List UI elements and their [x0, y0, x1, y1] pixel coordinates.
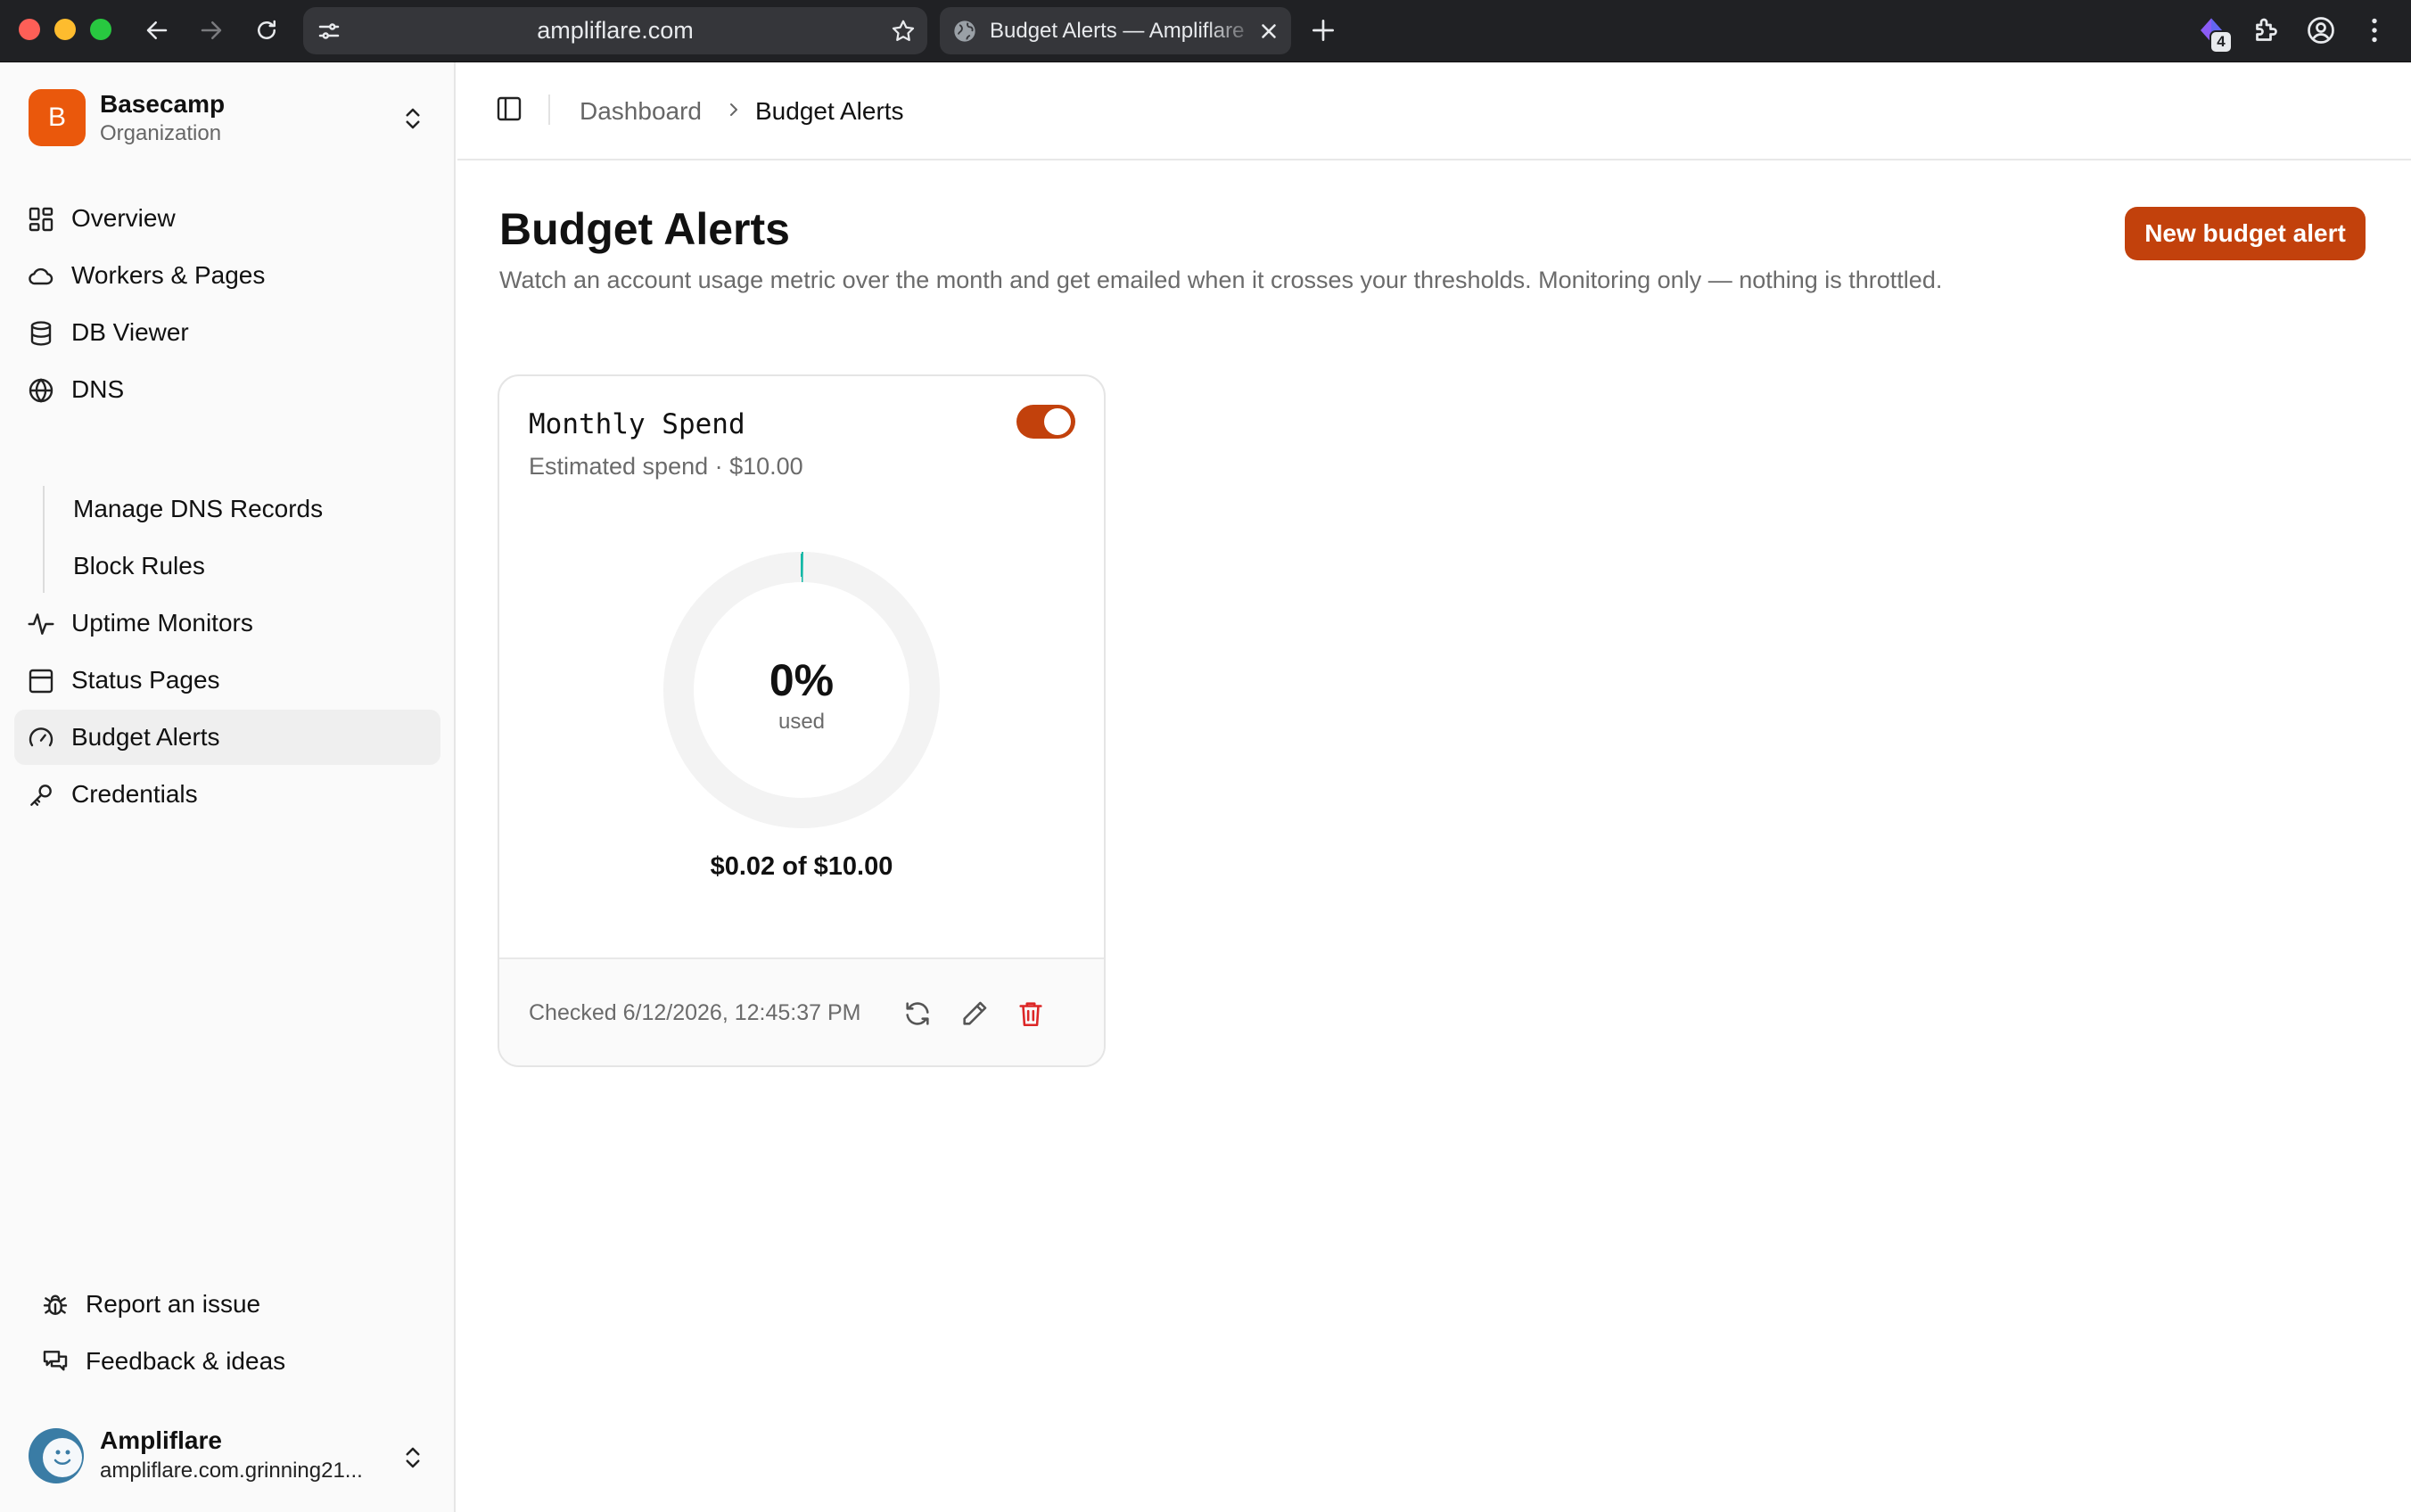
sidebar-item-label: DNS: [71, 375, 125, 403]
database-icon: [30, 321, 52, 346]
key-icon: [30, 785, 52, 806]
sidebar-item-dns[interactable]: DNS: [14, 362, 440, 417]
address-bar[interactable]: ampliflare.com: [303, 7, 927, 54]
sidebar: B Basecamp Organization Overview Workers…: [0, 62, 456, 1512]
feedback-ideas-label: Feedback & ideas: [86, 1347, 286, 1375]
activity-icon: [28, 613, 54, 635]
profile-button[interactable]: [2305, 14, 2337, 46]
chevron-right-icon: [730, 103, 737, 116]
pencil-icon: [963, 1001, 987, 1025]
puzzle-icon: [2256, 18, 2277, 41]
profile-icon: [2308, 17, 2334, 44]
org-switcher[interactable]: B Basecamp Organization: [27, 87, 437, 152]
sidebar-subitem-label: Block Rules: [73, 552, 205, 579]
sidebar-item-status-pages[interactable]: Status Pages: [14, 653, 440, 708]
user-email: ampliflare.com.grinning21...: [100, 1459, 363, 1483]
reload-icon: [258, 20, 276, 39]
bug-icon: [43, 1294, 68, 1315]
usage-amount: $0.02 of $10.00: [710, 852, 893, 881]
browser-menu-button[interactable]: [2358, 14, 2390, 46]
sidebar-item-label: Budget Alerts: [71, 723, 220, 751]
sidebar-item-budget-alerts[interactable]: Budget Alerts: [14, 710, 440, 765]
window-minimize-button[interactable]: [54, 19, 76, 40]
sidebar-item-db-viewer[interactable]: DB Viewer: [14, 305, 440, 360]
sidebar-subitem-label: Manage DNS Records: [73, 495, 324, 522]
page-description: Watch an account usage metric over the m…: [499, 267, 1943, 293]
arrow-left-icon: [146, 21, 168, 39]
feedback-ideas-link[interactable]: Feedback & ideas: [27, 1334, 437, 1389]
chevrons-up-down-icon: [406, 1447, 420, 1468]
user-name: Ampliflare: [100, 1426, 222, 1454]
sidebar-item-credentials[interactable]: Credentials: [14, 767, 440, 822]
chat-bubbles-icon: [43, 1351, 68, 1371]
sidebar-subitem-manage-dns-records[interactable]: Manage DNS Records: [57, 481, 432, 537]
sidebar-item-workers-pages[interactable]: Workers & Pages: [14, 248, 440, 303]
forward-button[interactable]: [193, 12, 229, 48]
gauge-icon: [29, 727, 53, 747]
toggle-knob: [1044, 408, 1071, 435]
user-menu[interactable]: Ampliflare ampliflare.com.grinning21...: [27, 1425, 437, 1491]
edit-button[interactable]: [959, 998, 990, 1029]
usage-percent: 0%: [769, 655, 835, 705]
sidebar-toggle-icon[interactable]: [495, 94, 523, 123]
window-close-button[interactable]: [19, 19, 40, 40]
sidebar-item-uptime-monitors[interactable]: Uptime Monitors: [14, 596, 440, 651]
new-budget-alert-button[interactable]: New budget alert: [2125, 207, 2366, 260]
reload-button[interactable]: [249, 12, 284, 48]
alert-enabled-toggle[interactable]: [1016, 405, 1075, 439]
sidebar-item-label: Workers & Pages: [71, 261, 266, 289]
tab-close-icon[interactable]: [1257, 20, 1280, 43]
trash-icon: [1019, 1002, 1042, 1027]
tab-title-fade: [1206, 14, 1259, 48]
header-divider: [548, 94, 550, 125]
org-type: Organization: [100, 121, 222, 145]
active-tab[interactable]: Budget Alerts — Ampliflare: [940, 7, 1291, 54]
sidebar-item-overview[interactable]: Overview: [14, 191, 440, 246]
sidebar-item-label: DB Viewer: [71, 318, 189, 346]
arrow-right-icon: [201, 21, 222, 39]
smiley-face-icon: [43, 1438, 82, 1477]
sidebar-item-label: Overview: [71, 204, 176, 232]
sidebar-item-label: Credentials: [71, 780, 198, 808]
kebab-menu-icon: [2372, 18, 2377, 43]
page-header: Dashboard Budget Alerts: [457, 62, 2411, 160]
dns-subitems-rail: [43, 486, 45, 593]
browser-toolbar: ampliflare.com Budget Alerts — Ampliflar…: [0, 0, 2411, 62]
address-url: ampliflare.com: [537, 17, 694, 44]
refresh-icon: [906, 1002, 929, 1025]
delete-button[interactable]: [1016, 998, 1046, 1029]
cloud-icon: [29, 267, 53, 285]
new-tab-icon[interactable]: [1309, 16, 1337, 45]
globe-icon: [29, 378, 53, 403]
last-checked-text: Checked 6/12/2026, 12:45:37 PM: [529, 1000, 861, 1025]
usage-label: used: [778, 710, 826, 734]
card-footer: Checked 6/12/2026, 12:45:37 PM: [499, 957, 1104, 1065]
browser-window-icon: [29, 669, 53, 694]
budget-alert-card: Monthly Spend Estimated spend · $10.00 0…: [498, 374, 1106, 1067]
org-name: Basecamp: [100, 90, 226, 118]
report-issue-link[interactable]: Report an issue: [27, 1277, 437, 1332]
breadcrumb-dashboard[interactable]: Dashboard: [580, 62, 702, 160]
breadcrumb-current: Budget Alerts: [755, 97, 904, 125]
page-title: Budget Alerts: [499, 204, 790, 254]
grid-icon: [29, 207, 53, 232]
sidebar-item-label: Status Pages: [71, 666, 220, 694]
org-avatar: B: [29, 89, 86, 146]
sidebar-item-label: Uptime Monitors: [71, 609, 253, 637]
avatar: [29, 1428, 84, 1483]
bookmark-star-icon[interactable]: [890, 18, 917, 45]
chevrons-up-down-icon: [406, 108, 420, 129]
report-issue-label: Report an issue: [86, 1290, 261, 1318]
back-button[interactable]: [139, 12, 175, 48]
extensions-button[interactable]: [2251, 14, 2283, 46]
refresh-button[interactable]: [902, 998, 933, 1029]
extension-badge: 4: [2209, 30, 2233, 53]
window-maximize-button[interactable]: [90, 19, 111, 40]
tab-favicon-globe-icon: [954, 21, 975, 42]
alert-name: Monthly Spend: [529, 408, 745, 440]
sidebar-subitem-block-rules[interactable]: Block Rules: [57, 538, 432, 594]
alert-subtitle: Estimated spend · $10.00: [529, 453, 803, 480]
